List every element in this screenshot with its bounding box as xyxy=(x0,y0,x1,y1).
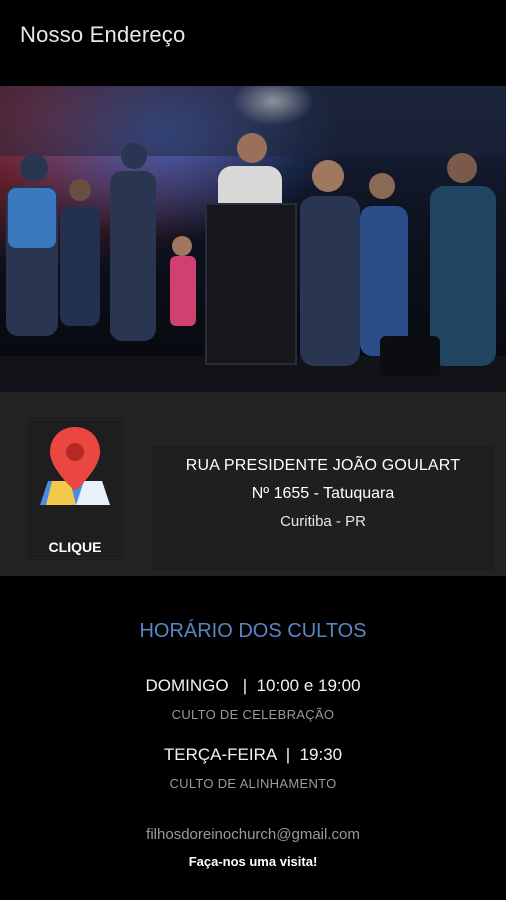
service-schedule-tuesday: TERÇA-FEIRA | 19:30 xyxy=(163,745,343,764)
page-title: Nosso Endereço xyxy=(20,22,186,47)
service-name-sunday: CULTO DE CELEBRAÇÃO xyxy=(171,707,335,722)
church-stage-image xyxy=(0,86,506,392)
address-section: CLIQUE RUA PRESIDENTE JOÃO GOULART Nº 16… xyxy=(0,392,506,576)
service-times-heading: HORÁRIO DOS CULTOS xyxy=(139,620,367,642)
address-street: RUA PRESIDENTE JOÃO GOULART xyxy=(185,457,461,474)
map-pin-icon xyxy=(40,427,110,505)
visit-invite: Faça-nos uma visita! xyxy=(188,854,318,869)
address-city: Curitiba - PR xyxy=(280,513,366,530)
service-name-tuesday: CULTO DE ALINHAMENTO xyxy=(169,776,337,791)
open-map-button[interactable]: CLIQUE xyxy=(26,418,124,560)
app-bar: Nosso Endereço xyxy=(0,0,506,86)
address-number: Nº 1655 - Tatuquara xyxy=(251,485,395,502)
service-times-section: HORÁRIO DOS CULTOS DOMINGO | 10:00 e 19:… xyxy=(0,576,506,900)
map-button-label: CLIQUE xyxy=(48,539,102,555)
contact-email[interactable]: filhosdoreinochurch@gmail.com xyxy=(0,826,506,843)
service-schedule-sunday: DOMINGO | 10:00 e 19:00 xyxy=(145,676,361,695)
hero-photo xyxy=(0,86,506,392)
address-card: RUA PRESIDENTE JOÃO GOULART Nº 1655 - Ta… xyxy=(152,446,494,570)
